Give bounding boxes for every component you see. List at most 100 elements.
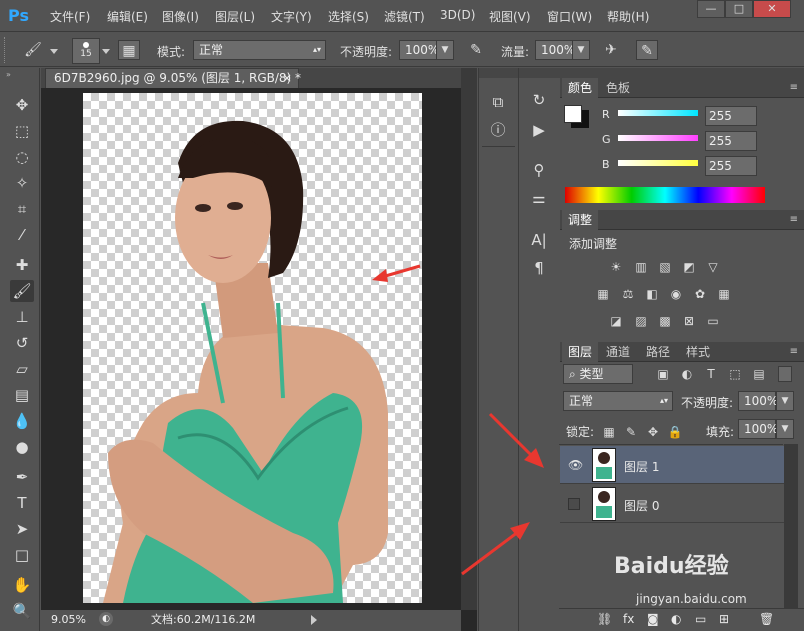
layer-row-1[interactable]: 👁 图层 1	[560, 446, 784, 484]
selective-color-icon[interactable]: ⊠	[680, 313, 698, 329]
delete-layer-icon[interactable]: 🗑	[759, 612, 774, 626]
flow-input[interactable]: 100%	[535, 40, 575, 60]
eraser-tool-icon[interactable]: ▱	[10, 358, 34, 380]
pen-tool-icon[interactable]: ✒	[10, 466, 34, 488]
color-lookup-icon[interactable]: ▦	[715, 286, 733, 302]
exposure-icon[interactable]: ◩	[680, 259, 698, 275]
document-tab[interactable]: 6D7B2960.jpg @ 9.05% (图层 1, RGB/8) * ×	[45, 68, 301, 88]
marquee-tool-icon[interactable]: ⬚	[10, 120, 34, 142]
zoom-tool-icon[interactable]: 🔍	[10, 600, 34, 622]
history-brush-tool-icon[interactable]: ↺	[10, 332, 34, 354]
gradient-map-icon[interactable]: ▭	[704, 313, 722, 329]
eyedropper-tool-icon[interactable]: ⁄	[10, 224, 34, 246]
panel-menu-icon[interactable]: ≡	[790, 346, 798, 357]
options-grip[interactable]	[4, 37, 8, 63]
layer-row-0[interactable]: 图层 0	[560, 485, 784, 523]
lock-all-icon[interactable]: 🔒	[666, 424, 684, 440]
lock-pixels-icon[interactable]: ✎	[622, 424, 640, 440]
tab-adjustments[interactable]: 调整	[562, 210, 599, 230]
menu-file[interactable]: 文件(F)	[50, 8, 90, 25]
channel-r-input[interactable]: 255	[705, 106, 757, 126]
layer-opacity-dropdown[interactable]: ▼	[776, 391, 794, 411]
fill-input[interactable]: 100%	[738, 419, 778, 439]
gradient-tool-icon[interactable]: ▤	[10, 384, 34, 406]
tab-paths[interactable]: 路径	[640, 342, 676, 362]
channel-b-slider[interactable]	[618, 160, 698, 166]
menu-type[interactable]: 文字(Y)	[271, 8, 312, 25]
paragraph-panel-icon[interactable]: ¶	[524, 256, 554, 280]
menu-3d[interactable]: 3D(D)	[440, 8, 475, 22]
channel-b-input[interactable]: 255	[705, 156, 757, 176]
blend-mode-select[interactable]: 正常 ▴▾	[563, 391, 673, 411]
fill-dropdown[interactable]: ▼	[776, 419, 794, 439]
zoom-level[interactable]: 9.05%	[51, 611, 86, 629]
filter-type-icon[interactable]: T	[702, 366, 720, 382]
brush-size-picker[interactable]: 15	[72, 38, 100, 64]
new-layer-icon[interactable]: ⊞	[719, 612, 729, 626]
blur-tool-icon[interactable]: 💧	[10, 410, 34, 432]
actions-panel-icon[interactable]: ▶	[524, 118, 554, 142]
filter-toggle[interactable]	[778, 366, 792, 382]
status-expand-icon[interactable]	[311, 615, 317, 625]
menu-filter[interactable]: 滤镜(T)	[384, 8, 425, 25]
tab-color[interactable]: 颜色	[562, 78, 599, 98]
layer-style-icon[interactable]: fx	[623, 612, 634, 626]
link-layers-icon[interactable]: ⛓	[597, 612, 612, 626]
dodge-tool-icon[interactable]: ●	[10, 436, 34, 458]
panel-collapse-icon[interactable]: »	[6, 70, 11, 79]
brush-picker-dropdown-icon[interactable]	[102, 49, 110, 54]
layer-name[interactable]: 图层 1	[624, 458, 659, 475]
tab-styles[interactable]: 样式	[680, 342, 716, 362]
pressure-size-icon[interactable]: ✎	[636, 40, 658, 60]
lasso-tool-icon[interactable]: ◌	[10, 146, 34, 168]
layer-filter-select[interactable]: ⌕ 类型	[563, 364, 633, 384]
info-panel-icon[interactable]: ⓘ	[483, 118, 513, 142]
vibrance-icon[interactable]: ▽	[704, 259, 722, 275]
document-close-icon[interactable]: ×	[282, 69, 292, 87]
invert-icon[interactable]: ◪	[607, 313, 625, 329]
3d-panel-icon[interactable]: ⧉	[483, 90, 513, 114]
filter-adjustment-icon[interactable]: ◐	[678, 366, 696, 382]
type-tool-icon[interactable]: T	[10, 492, 34, 514]
opacity-input[interactable]: 100%	[399, 40, 439, 60]
color-balance-icon[interactable]: ⚖	[619, 286, 637, 302]
filter-pixel-icon[interactable]: ▣	[654, 366, 672, 382]
layer-opacity-input[interactable]: 100%	[738, 391, 778, 411]
foreground-color-swatch[interactable]	[564, 105, 582, 123]
airbrush-icon[interactable]: ✈	[600, 40, 622, 60]
levels-icon[interactable]: ▥	[632, 259, 650, 275]
status-info-icon[interactable]: ◐	[99, 612, 113, 626]
photo-filter-icon[interactable]: ◉	[667, 286, 685, 302]
hue-saturation-icon[interactable]: ▦	[594, 286, 612, 302]
tab-layers[interactable]: 图层	[562, 342, 599, 362]
menu-image[interactable]: 图像(I)	[162, 8, 199, 25]
menu-window[interactable]: 窗口(W)	[547, 8, 592, 25]
maximize-button[interactable]: □	[725, 0, 753, 18]
brightness-icon[interactable]: ☀	[607, 259, 625, 275]
layer-mask-icon[interactable]: ◙	[647, 612, 659, 626]
color-ramp[interactable]	[565, 187, 765, 203]
hand-tool-icon[interactable]: ✋	[10, 574, 34, 596]
brush-settings-icon[interactable]: ⚌	[524, 186, 554, 210]
pressure-opacity-icon[interactable]: ✎	[465, 40, 487, 60]
brush-presets-icon[interactable]: ⚲	[524, 158, 554, 182]
healing-brush-tool-icon[interactable]: ✚	[10, 254, 34, 276]
panel-menu-icon[interactable]: ≡	[790, 214, 798, 225]
history-panel-icon[interactable]: ↻	[524, 88, 554, 112]
lock-transparency-icon[interactable]: ▦	[600, 424, 618, 440]
tab-channels[interactable]: 通道	[600, 342, 636, 362]
channel-g-input[interactable]: 255	[705, 131, 757, 151]
filter-smart-object-icon[interactable]: ▤	[750, 366, 768, 382]
menu-view[interactable]: 视图(V)	[489, 8, 531, 25]
brush-tool-icon[interactable]: 🖌	[10, 280, 34, 302]
mode-select[interactable]: 正常 ▴▾	[193, 40, 326, 60]
rectangle-tool-icon[interactable]: □	[10, 544, 34, 566]
opacity-dropdown-button[interactable]: ▼	[436, 40, 454, 60]
tool-preset-dropdown-icon[interactable]	[50, 49, 58, 54]
curves-icon[interactable]: ▧	[656, 259, 674, 275]
crop-tool-icon[interactable]: ⌗	[10, 198, 34, 220]
threshold-icon[interactable]: ▩	[656, 313, 674, 329]
minimize-button[interactable]: —	[697, 0, 725, 18]
brush-panel-toggle-icon[interactable]: ▦	[118, 40, 140, 60]
menu-select[interactable]: 选择(S)	[328, 8, 369, 25]
